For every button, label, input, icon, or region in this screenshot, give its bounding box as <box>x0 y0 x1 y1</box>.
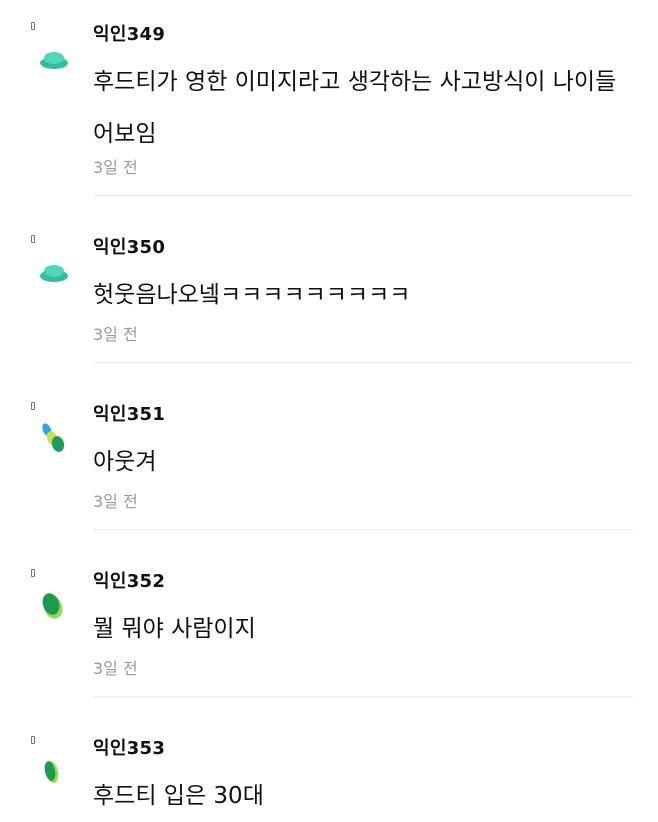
new-indicator-icon <box>31 569 35 577</box>
green-leaf-avatar[interactable] <box>36 750 72 786</box>
teal-disc-avatar[interactable] <box>36 249 72 285</box>
comment-item: 익인350 헛웃음나오넼ㅋㅋㅋㅋㅋㅋㅋㅋㅋ 3일 전 <box>0 233 658 373</box>
comment-author[interactable]: 익인353 <box>93 734 165 760</box>
comment-time: 3일 전 <box>93 325 138 344</box>
comment-author[interactable]: 익인352 <box>93 567 165 593</box>
comment-text: 후드티가 영한 이미지라고 생각하는 사고방식이 나이들어보임 <box>93 69 617 147</box>
comment-author[interactable]: 익인350 <box>93 233 165 259</box>
divider <box>93 362 633 363</box>
comment-text: 후드티 입은 30대 <box>93 783 264 809</box>
teal-disc-avatar[interactable] <box>36 36 72 72</box>
comment-item: 익인351 아웃겨 3일 전 <box>0 400 658 540</box>
multicolor-blob-avatar[interactable] <box>36 416 72 452</box>
new-indicator-icon <box>31 402 35 410</box>
green-leaf-avatar[interactable] <box>36 583 72 619</box>
comment-time: 3일 전 <box>93 492 138 511</box>
comment-text: 뭘 뭐야 사람이지 <box>93 616 256 642</box>
divider <box>93 529 633 530</box>
new-indicator-icon <box>31 736 35 744</box>
comment-time: 3일 전 <box>93 659 138 678</box>
divider <box>93 195 633 196</box>
comment-time: 3일 전 <box>93 158 138 177</box>
comment-author[interactable]: 익인349 <box>93 20 165 46</box>
comment-author[interactable]: 익인351 <box>93 400 165 426</box>
comment-text: 아웃겨 <box>93 449 157 475</box>
comment-item: 익인353 후드티 입은 30대 <box>0 734 658 822</box>
comment-item: 익인349 후드티가 영한 이미지라고 생각하는 사고방식이 나이들어보임 3일… <box>0 20 658 200</box>
comment-text: 헛웃음나오넼ㅋㅋㅋㅋㅋㅋㅋㅋㅋ <box>93 282 411 308</box>
new-indicator-icon <box>31 22 35 30</box>
new-indicator-icon <box>31 235 35 243</box>
comment-item: 익인352 뭘 뭐야 사람이지 3일 전 <box>0 567 658 707</box>
divider <box>93 696 633 697</box>
